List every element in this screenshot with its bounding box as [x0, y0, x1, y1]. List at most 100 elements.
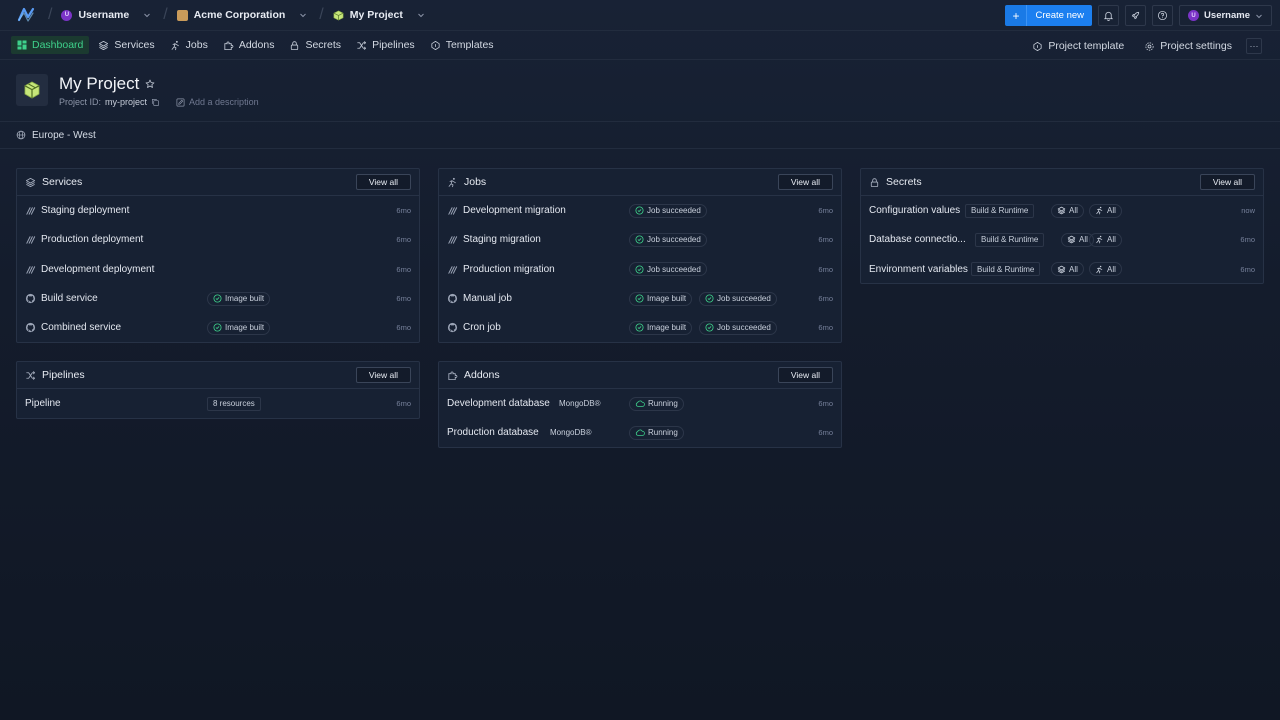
cloud-icon — [635, 428, 645, 437]
list-item[interactable]: Database connectio... Build & Runtime Al… — [861, 225, 1263, 254]
runner-icon — [1095, 206, 1104, 215]
dashboard-icon — [17, 40, 27, 50]
project-switcher-label: My Project — [349, 9, 403, 21]
status-badge: Image built — [207, 291, 271, 306]
nav-dashboard[interactable]: Dashboard — [11, 36, 90, 54]
project-id-value: my-project — [105, 97, 148, 107]
list-item[interactable]: Build service Image built 6mo — [17, 284, 419, 313]
create-new-button[interactable]: + Create new — [1005, 5, 1093, 26]
status-badge: Job succeeded — [629, 203, 707, 218]
list-item[interactable]: Manual job Image built Job succeeded 6mo — [439, 284, 841, 313]
job-name: Staging migration — [463, 234, 541, 246]
addon-type-label: MongoDB® — [550, 428, 592, 438]
service-name: Development deployment — [41, 263, 155, 275]
list-item[interactable]: Combined service Image built 6mo — [17, 313, 419, 342]
view-all-jobs-button[interactable]: View all — [777, 174, 833, 190]
breadcrumb-separator: / — [163, 6, 168, 23]
list-item[interactable]: Staging deployment 6mo — [17, 196, 419, 225]
view-all-addons-button[interactable]: View all — [777, 367, 833, 383]
timestamp: 6mo — [818, 294, 833, 304]
jobs-scope-label: All — [1107, 206, 1116, 216]
runner-icon — [1095, 265, 1104, 274]
deploy-button[interactable] — [1125, 5, 1147, 26]
project-settings-label: Project settings — [1160, 40, 1232, 52]
list-item[interactable]: Pipeline 8 resources 6mo — [17, 389, 419, 418]
view-all-secrets-button[interactable]: View all — [1199, 174, 1255, 190]
check-circle-icon — [705, 294, 714, 303]
list-item[interactable]: Development database MongoDB® Running 6m… — [439, 389, 841, 418]
timestamp: 6mo — [396, 206, 411, 216]
project-template-link[interactable]: Project template — [1026, 37, 1130, 55]
bell-icon — [1103, 10, 1114, 21]
scope-badge: Build & Runtime — [965, 203, 1035, 218]
copy-icon[interactable] — [151, 98, 160, 107]
service-name: Combined service — [41, 322, 122, 334]
check-circle-icon — [635, 323, 644, 332]
status-badge-label: Job succeeded — [647, 235, 701, 245]
nav-templates[interactable]: Templates — [424, 36, 500, 54]
add-description-link[interactable]: Add a description — [189, 97, 259, 107]
help-button[interactable] — [1152, 5, 1174, 26]
nav-secrets-label: Secrets — [305, 39, 342, 51]
notifications-button[interactable] — [1098, 5, 1120, 26]
view-all-services-button[interactable]: View all — [355, 174, 411, 190]
edit-icon[interactable] — [176, 98, 185, 107]
list-item[interactable]: Development deployment 6mo — [17, 255, 419, 284]
scope-badge: Build & Runtime — [975, 232, 1045, 247]
deployment-icon — [447, 234, 458, 245]
status-badge-label: Job succeeded — [647, 264, 701, 274]
status-badge: Running — [629, 425, 684, 440]
region-label: Europe - West — [32, 129, 96, 141]
view-all-pipelines-button[interactable]: View all — [355, 367, 411, 383]
layers-icon — [98, 40, 109, 51]
addon-name: Production database — [447, 427, 539, 439]
nav-secrets[interactable]: Secrets — [283, 36, 347, 54]
org-switcher[interactable]: Acme Corporation — [176, 9, 308, 21]
service-name: Production deployment — [41, 234, 144, 246]
ellipsis-icon: ··· — [1249, 41, 1259, 51]
nav-pipelines[interactable]: Pipelines — [350, 36, 421, 54]
status-badge-label: Image built — [225, 323, 265, 333]
list-item[interactable]: Staging migration Job succeeded 6mo — [439, 225, 841, 254]
github-icon — [447, 322, 458, 333]
status-badge-label: Job succeeded — [647, 206, 701, 216]
org-avatar-icon — [176, 9, 188, 21]
star-icon[interactable] — [145, 79, 155, 89]
lock-icon — [289, 40, 300, 51]
nav-templates-label: Templates — [445, 39, 494, 51]
user-switcher[interactable]: U Username — [61, 9, 151, 21]
nav-addons[interactable]: Addons — [217, 36, 281, 54]
timestamp: 6mo — [818, 264, 833, 274]
user-menu-button[interactable]: U Username — [1179, 5, 1272, 26]
nav-jobs-label: Jobs — [185, 39, 208, 51]
list-item[interactable]: Configuration values Build & Runtime All… — [861, 196, 1263, 225]
pipeline-name: Pipeline — [25, 398, 61, 410]
services-scope-label: All — [1069, 264, 1078, 274]
project-switcher[interactable]: My Project — [333, 9, 425, 21]
list-item[interactable]: Production migration Job succeeded 6mo — [439, 255, 841, 284]
chevron-down-icon — [143, 11, 151, 19]
layers-icon — [1057, 206, 1066, 215]
jobs-scope-badge: All — [1089, 203, 1122, 218]
shuffle-icon — [25, 370, 36, 381]
status-badge: Job succeeded — [699, 320, 777, 335]
user-switcher-label: Username — [78, 9, 130, 21]
list-item[interactable]: Cron job Image built Job succeeded 6mo — [439, 313, 841, 342]
logo-icon[interactable] — [16, 5, 36, 25]
addon-type-label: MongoDB® — [559, 399, 601, 409]
deployment-icon — [447, 264, 458, 275]
deployment-icon — [25, 264, 36, 275]
list-item[interactable]: Development migration Job succeeded 6mo — [439, 196, 841, 225]
template-icon — [430, 40, 441, 51]
status-badge: Image built — [207, 320, 271, 335]
nav-jobs[interactable]: Jobs — [164, 36, 214, 54]
page-title: My Project — [59, 74, 140, 93]
list-item[interactable]: Production database MongoDB® Running 6mo — [439, 418, 841, 447]
region-bar: Europe - West — [0, 121, 1280, 149]
nav-services[interactable]: Services — [92, 36, 160, 54]
list-item[interactable]: Environment variables Build & Runtime Al… — [861, 255, 1263, 284]
list-item[interactable]: Production deployment 6mo — [17, 225, 419, 254]
layers-icon — [25, 177, 36, 188]
project-settings-link[interactable]: Project settings — [1138, 37, 1238, 55]
more-options-button[interactable]: ··· — [1246, 38, 1262, 54]
